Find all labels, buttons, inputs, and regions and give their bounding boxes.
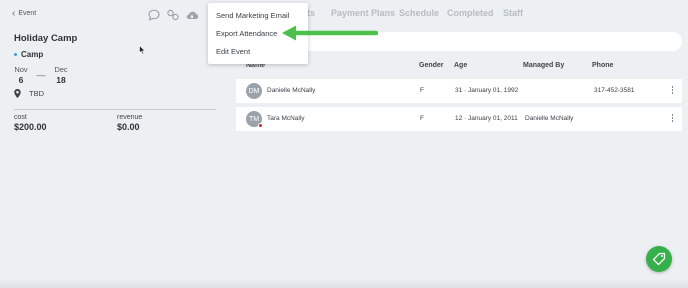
menu-item-edit-event[interactable]: Edit Event xyxy=(216,47,250,56)
tag-icon xyxy=(652,252,666,266)
cell-name[interactable]: Tara McNally xyxy=(267,115,305,122)
tab-schedule[interactable]: Schedule xyxy=(399,8,439,18)
row-menu-icon[interactable] xyxy=(671,86,674,94)
event-dates: Nov 6 — Dec 18 xyxy=(14,65,68,85)
cost-value: $200.00 xyxy=(14,122,47,132)
menu-item-export-attendance[interactable]: Export Attendance xyxy=(216,29,277,38)
cost-stat: cost $200.00 xyxy=(14,114,47,132)
start-day: 6 xyxy=(18,75,24,85)
revenue-stat: revenue $0.00 xyxy=(117,114,142,132)
cell-managed-by: Danielle McNally xyxy=(525,115,574,122)
column-header-managed-by: Managed By xyxy=(523,62,565,69)
back-label: Event xyxy=(18,10,37,17)
annotation-arrow-icon xyxy=(282,25,378,41)
link-icon[interactable] xyxy=(166,8,180,22)
cell-gender: F xyxy=(420,87,424,94)
avatar: DM xyxy=(246,83,262,99)
cell-gender: F xyxy=(420,115,424,122)
tab-payment-plans[interactable]: Payment Plans xyxy=(331,8,395,18)
cell-phone: 317-452-3581 xyxy=(594,87,635,94)
event-title: Holiday Camp xyxy=(14,33,78,44)
tab-staff[interactable]: Staff xyxy=(503,8,523,18)
map-pin-icon xyxy=(14,89,21,98)
chevron-left-icon: ‹ xyxy=(12,8,16,19)
menu-item-send-marketing-email[interactable]: Send Marketing Email xyxy=(216,11,289,20)
tab-completed[interactable]: Completed xyxy=(447,8,494,18)
cell-name[interactable]: Danielle McNally xyxy=(267,87,315,94)
mouse-cursor-icon xyxy=(139,45,146,55)
column-header-age: Age xyxy=(454,62,468,69)
location-label: TBD xyxy=(29,89,44,98)
row-menu-icon[interactable] xyxy=(671,114,674,122)
alert-badge-icon xyxy=(258,123,263,128)
end-day: 18 xyxy=(56,75,66,85)
revenue-value: $0.00 xyxy=(117,122,140,132)
cloud-icon[interactable] xyxy=(185,8,199,22)
event-category: Camp xyxy=(14,50,43,59)
column-header-phone: Phone xyxy=(592,62,614,69)
category-dot-icon xyxy=(14,53,17,56)
table-row[interactable]: DM Danielle McNally F 31 · January 01, 1… xyxy=(236,79,682,103)
divider xyxy=(14,109,216,110)
tab-participants[interactable]: ts xyxy=(307,8,315,18)
back-link[interactable]: ‹ Event xyxy=(12,8,37,19)
help-fab-button[interactable] xyxy=(646,246,672,272)
event-location: TBD xyxy=(14,89,44,98)
end-month: Dec xyxy=(54,65,68,74)
date-separator: — xyxy=(36,70,46,80)
cell-age: 12 · January 01, 2011 xyxy=(455,115,518,122)
category-label: Camp xyxy=(21,50,44,59)
start-month: Nov xyxy=(14,65,28,74)
start-date: Nov 6 xyxy=(14,65,28,85)
table-row[interactable]: TM Tara McNally F 12 · January 01, 2011 … xyxy=(236,107,682,131)
column-header-gender: Gender xyxy=(419,62,444,69)
end-date: Dec 18 xyxy=(54,65,68,85)
cell-age: 31 · January 01, 1992 xyxy=(455,87,519,94)
cost-label: cost xyxy=(14,114,27,121)
revenue-label: revenue xyxy=(117,114,143,121)
bottom-edge xyxy=(0,278,688,288)
chat-icon[interactable] xyxy=(147,8,161,22)
